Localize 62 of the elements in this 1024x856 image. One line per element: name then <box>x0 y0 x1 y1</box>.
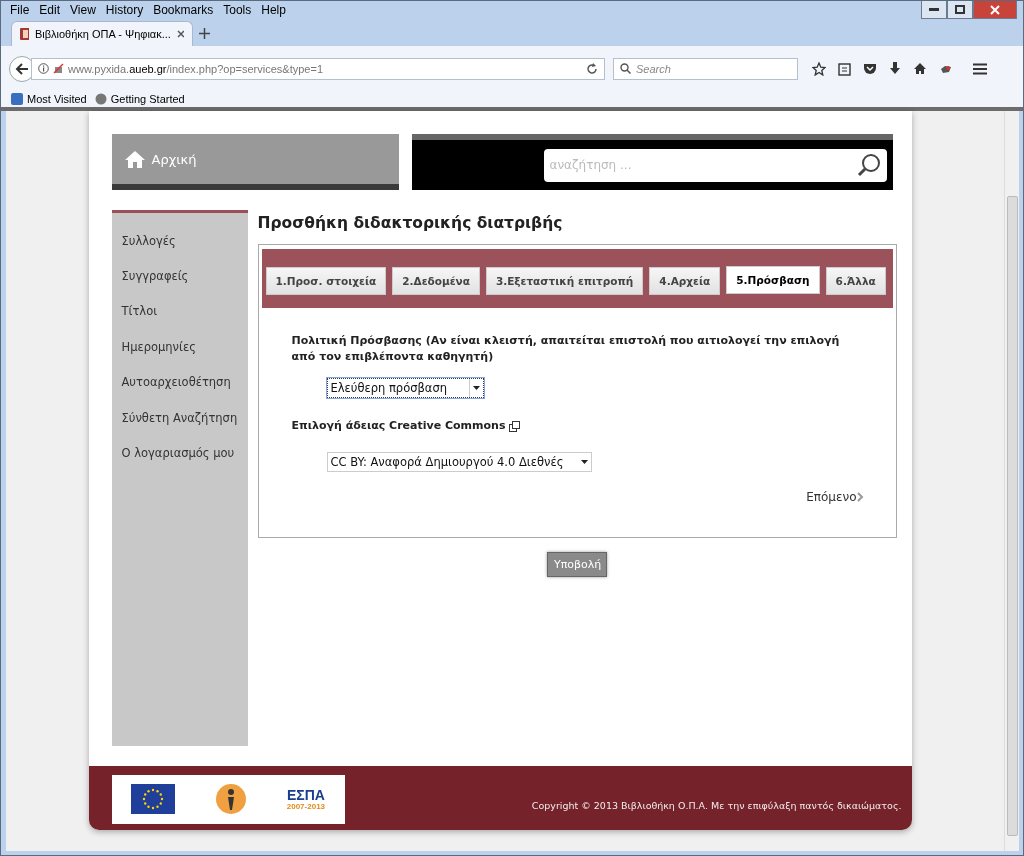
espa-logo: ΕΣΠΑ 2007-2013 <box>286 787 326 811</box>
caret-icon <box>580 460 588 464</box>
search-icon[interactable] <box>856 153 881 177</box>
bookmark-star-icon[interactable] <box>812 61 826 76</box>
home-icon <box>123 149 146 169</box>
reload-icon[interactable] <box>586 62 598 75</box>
close-tab-icon[interactable] <box>176 30 184 38</box>
menu-item[interactable]: File <box>5 3 35 17</box>
figure-logo-icon <box>213 782 248 816</box>
next-link[interactable]: Επόμενο <box>806 490 864 504</box>
sidebar-link[interactable]: Ο λογαριασμός μου <box>111 435 248 471</box>
maximize-button[interactable] <box>947 1 973 19</box>
close-icon <box>990 4 1000 15</box>
sidebar-link[interactable]: Τίτλοι <box>111 293 248 330</box>
sidebar-link[interactable]: Σύνθετη Αναζήτηση <box>111 399 248 436</box>
step-tab[interactable]: 1.Προσ. στοιχεία <box>265 266 387 295</box>
step-tab[interactable]: 6.Άλλα <box>825 266 886 295</box>
sidebar-link[interactable]: Αυτοαρχειοθέτηση <box>111 364 248 400</box>
eu-flag-icon <box>130 784 175 814</box>
menu-item[interactable]: Edit <box>34 3 66 17</box>
info-icon <box>38 63 49 74</box>
address-field[interactable]: www.pyxida.aueb.gr/index.php?op=services&type=1 <box>31 57 605 80</box>
minimize-button[interactable] <box>921 1 947 19</box>
home-icon[interactable] <box>913 62 927 75</box>
page-title: Προσθήκη διδακτορικής διατριβής <box>257 213 564 234</box>
bookmark-link[interactable]: Most Visited <box>11 93 87 105</box>
menu-item[interactable]: View <box>65 3 101 17</box>
new-tab-icon[interactable] <box>199 28 210 39</box>
reading-list-icon[interactable] <box>838 61 851 76</box>
menu-item[interactable]: Bookmarks <box>148 3 219 17</box>
bookmark-link[interactable]: Getting Started <box>94 93 185 105</box>
dropdown[interactable]: Ελεύθερη πρόσβαση <box>326 378 484 398</box>
field-label: Πολιτική Πρόσβασης (Αν είναι κλειστή, απαιτείται επιστολή που αιτιολογεί την επιλογή από τον επιβλέποντα καθηγητή) <box>291 333 841 365</box>
chevron-icon <box>856 492 864 502</box>
close-button[interactable] <box>973 1 1017 19</box>
sidebar-link[interactable]: Ημερομηνίες <box>111 329 248 365</box>
field-label: Επιλογή άδειας Creative Commons <box>291 418 506 434</box>
maximize-icon <box>955 5 965 14</box>
caret-icon <box>473 386 480 390</box>
browser-tab[interactable]: Βιβλιοθήκη ΟΠΑ - Ψηφιακ... <box>11 21 193 46</box>
step-tab[interactable]: 4.Αρχεία <box>649 266 721 295</box>
menu-item[interactable]: Tools <box>218 3 257 17</box>
book-icon <box>20 28 29 40</box>
menu-item[interactable]: Help <box>256 3 291 17</box>
back-arrow-icon <box>15 62 29 75</box>
sidebar-link[interactable]: Συλλογές <box>111 223 248 259</box>
menu-icon[interactable] <box>973 62 987 75</box>
menu-item[interactable]: History <box>100 3 149 17</box>
folder-icon <box>11 93 23 105</box>
search-icon <box>620 63 631 74</box>
dropdown[interactable]: CC BY: Αναφορά Δημιουργού 4.0 Διεθνές <box>326 452 593 472</box>
download-icon[interactable] <box>889 62 901 75</box>
copyright-text: Copyright © 2013 Βιβλιοθήκη Ο.Π.Α. Με την επιφύλαξη παντός δικαιώματος. <box>531 799 902 811</box>
external-link-icon[interactable] <box>509 420 521 432</box>
step-tab[interactable]: 2.Δεδομένα <box>392 266 480 295</box>
step-tab[interactable]: 5.Πρόσβαση <box>726 265 820 294</box>
pocket-icon[interactable] <box>863 62 877 75</box>
minimize-icon <box>929 8 939 11</box>
search-field[interactable]: Search <box>613 57 798 80</box>
step-tab[interactable]: 3.Εξεταστική επιτροπή <box>485 266 644 295</box>
sidebar-link[interactable]: Συγγραφείς <box>111 258 248 294</box>
insecure-lock-icon <box>53 63 64 74</box>
